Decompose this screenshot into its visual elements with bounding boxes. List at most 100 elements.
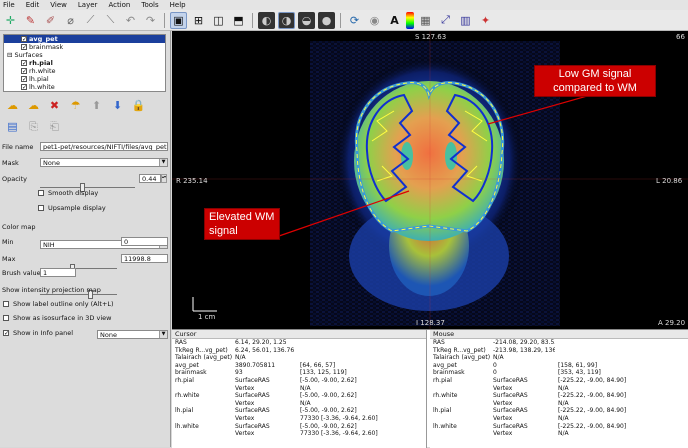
info-cell: RAS	[175, 339, 187, 346]
info-row: Vertex N/A	[172, 385, 426, 393]
save-point-icon[interactable]: ▥	[457, 12, 474, 29]
toolbar-separator	[340, 12, 341, 28]
redo-icon[interactable]: ↷	[142, 12, 159, 29]
brush-value-input[interactable]: 1	[40, 268, 76, 277]
menu-layer[interactable]: Layer	[78, 1, 98, 9]
show-coordinate-annotation-icon[interactable]: A	[386, 12, 403, 29]
remove-layer-icon[interactable]: ✖	[46, 97, 63, 114]
layer-visibility-checkbox[interactable]: ✓	[21, 84, 27, 91]
info-cell: Talairach (avg_pet)	[175, 354, 232, 362]
info-cell: 6.14, 29.20, 1.25	[235, 339, 287, 346]
goto-point-icon[interactable]: ✦	[477, 12, 494, 29]
layer-item[interactable]: ✓ lh.white	[4, 83, 165, 91]
menu-tools[interactable]: Tools	[141, 1, 158, 9]
opacity-label: Opacity	[2, 175, 28, 183]
layer-item[interactable]: ✓ rh.white	[4, 67, 165, 75]
save-volume-icon[interactable]: ☂	[67, 97, 84, 114]
coronal-render-view[interactable]: S 127.63 66 R 235.14 L 20.86 I 128.37 A …	[172, 31, 688, 329]
mouse-info-panel: Mouse RAS -214.08, 29.20, 83.53 TkReg R...…	[430, 330, 688, 448]
coronal-view-icon[interactable]: ◑	[278, 11, 295, 29]
move-up-icon[interactable]: ⬆	[88, 97, 105, 114]
info-panel-checkbox[interactable]: ✓	[3, 330, 9, 337]
toggle-all-volumes-icon[interactable]: ▦	[417, 12, 434, 29]
opacity-spinner[interactable]: ▴▾	[161, 174, 167, 183]
info-cell: [-225.22, -9.00, 84.90]	[558, 376, 627, 384]
info-panel: Cursor RAS 6.14, 29.20, 1.25 TkReg R...vg_…	[172, 329, 688, 448]
colormap-value: NIH	[43, 241, 55, 249]
menu-action[interactable]: Action	[108, 1, 130, 9]
layer-name: rh.white	[29, 67, 56, 75]
gm-annotation: Low GM signal compared to WM	[534, 65, 656, 97]
point-set-edit-icon[interactable]: ⟋	[82, 12, 99, 29]
menu-help[interactable]: Help	[170, 1, 186, 9]
menu-bar: File Edit View Layer Action Tools Help	[0, 0, 688, 10]
layer-visibility-checkbox[interactable]: ✓	[21, 60, 27, 67]
info-cell	[430, 400, 490, 408]
mask-select[interactable]: None ▼	[40, 158, 168, 167]
layer-item[interactable]: ✓ rh.pial	[4, 59, 165, 67]
info-row: Vertex N/A	[430, 430, 688, 438]
add-volume-icon[interactable]: ☁	[4, 97, 21, 114]
toggle-surface-icon[interactable]: ◉	[366, 12, 383, 29]
left-coordinate: L 20.86	[656, 177, 683, 185]
properties-icon[interactable]: ▤	[4, 118, 21, 135]
info-cell: N/A	[493, 354, 504, 362]
navigate-tool-icon[interactable]: ✛	[2, 12, 19, 29]
layer-name: rh.pial	[29, 59, 53, 67]
layer-item[interactable]: ⊟ Surfaces	[4, 51, 165, 59]
layer-item[interactable]: ✓ lh.pial	[4, 75, 165, 83]
voxel-edit-icon[interactable]: ✎	[22, 12, 39, 29]
show-color-bar-icon[interactable]	[406, 11, 414, 29]
layout-1x1-icon[interactable]: ▣	[170, 11, 187, 29]
info-row: rh.white SurfaceRAS [-5.00, -9.00, 2.62]	[172, 392, 426, 400]
smooth-display-checkbox[interactable]	[38, 190, 44, 196]
new-volume-icon[interactable]: ☁	[25, 97, 42, 114]
contour-icon[interactable]: ⟍	[102, 12, 119, 29]
menu-edit[interactable]: Edit	[26, 1, 40, 9]
layer-item[interactable]: ✓ brainmask	[4, 43, 165, 51]
sagittal-view-icon[interactable]: ◐	[258, 11, 275, 29]
label-outline-checkbox[interactable]	[3, 301, 9, 307]
layout-1-3-icon[interactable]: ◫	[210, 12, 227, 29]
info-cell: N/A	[558, 414, 569, 422]
info-cell	[430, 385, 490, 393]
recon-edit-icon[interactable]: ✐	[42, 12, 59, 29]
collapse-icon[interactable]: ⊟	[7, 51, 12, 59]
axial-view-icon[interactable]: ◒	[298, 11, 315, 29]
upsample-display-checkbox[interactable]	[38, 205, 44, 211]
sync-cursor-icon[interactable]: ⤢	[437, 12, 454, 29]
roi-edit-icon[interactable]: ⌀	[62, 12, 79, 29]
info-cell: 3890.705811	[235, 361, 276, 369]
layer-visibility-checkbox[interactable]: ✓	[21, 44, 27, 51]
layer-name: lh.white	[29, 83, 55, 91]
info-cell: [-225.22, -9.00, 84.90]	[558, 392, 627, 400]
layout-2x2-icon[interactable]: ⊞	[190, 12, 207, 29]
reset-view-icon[interactable]: ⟳	[346, 12, 363, 29]
copy-icon[interactable]: ⎘	[25, 118, 42, 135]
isosurface-checkbox[interactable]	[3, 315, 9, 321]
info-cell: [-5.00, -9.00, 2.62]	[300, 392, 357, 400]
move-down-icon[interactable]: ⬇	[109, 97, 126, 114]
lock-icon[interactable]: 🔒	[130, 97, 147, 114]
paste-icon[interactable]: ⎗	[46, 118, 63, 135]
min-input[interactable]: 0	[121, 237, 168, 246]
3d-view-icon[interactable]: ●	[318, 11, 335, 29]
intensity-projection-select[interactable]: None ▼	[97, 330, 168, 339]
layout-1-3-horizontal-icon[interactable]: ⬒	[230, 12, 247, 29]
layer-visibility-checkbox[interactable]: ✓	[21, 68, 27, 75]
menu-file[interactable]: File	[3, 1, 15, 9]
layer-visibility-checkbox[interactable]: ✓	[21, 36, 27, 43]
max-input[interactable]: 11998.8	[121, 254, 168, 263]
label-outline-label: Show label outline only (Alt+L)	[13, 300, 114, 308]
opacity-input[interactable]: 0.44	[139, 174, 161, 183]
mouse-rows: RAS -214.08, 29.20, 83.53 TkReg R...vg_pet…	[430, 339, 688, 438]
undo-icon[interactable]: ↶	[122, 12, 139, 29]
info-cell: 0	[493, 361, 497, 369]
menu-view[interactable]: View	[50, 1, 67, 9]
layer-item[interactable]: ✓ avg_pet	[4, 35, 165, 43]
info-cell: 77330 [-3.36, -9.64, 2.60]	[300, 430, 378, 438]
file-name-field[interactable]: pet1-pet/resources/NIFTI/files/avg_pet.n…	[40, 142, 168, 151]
info-cell: Vertex	[493, 430, 513, 438]
layer-visibility-checkbox[interactable]: ✓	[21, 76, 27, 83]
intensity-projection-label: Show intensity projection map	[2, 286, 101, 294]
